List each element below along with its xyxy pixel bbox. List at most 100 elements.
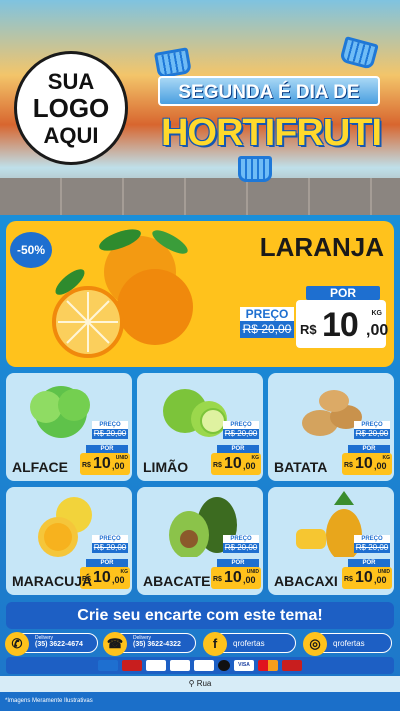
card-icon <box>170 660 190 671</box>
phone-number: (35) 3622-4322 <box>133 641 181 648</box>
product-name: MARACUJÁ <box>12 573 93 589</box>
price-unit: KG <box>251 455 260 461</box>
address-text: Rua <box>196 679 212 688</box>
por-label: POR <box>348 559 390 567</box>
product-old-price: PREÇO R$ 20,00 <box>354 535 390 555</box>
product-name: ABACAXI <box>274 573 338 589</box>
address-bar: ⚲ Rua <box>0 676 400 692</box>
price-currency: R$ <box>300 322 317 337</box>
product-card: PREÇO R$ 20,00 POR R$ 10,00 UNID ALFACE <box>6 373 132 481</box>
price-unit: KG <box>371 310 383 317</box>
logo-line1: SUA <box>47 68 95 94</box>
preco-label: PREÇO <box>92 535 128 543</box>
contact-instagram[interactable]: ◎ qrofertas <box>303 632 392 656</box>
price-integer: 10 <box>93 569 111 586</box>
location-pin-icon: ⚲ <box>188 679 195 688</box>
product-name: ALFACE <box>12 459 68 475</box>
price-decimal: ,00 <box>243 461 256 471</box>
price-currency: R$ <box>213 576 222 583</box>
por-label: POR <box>86 559 128 567</box>
product-old-price: PREÇO R$ 20,00 <box>354 421 390 441</box>
product-old-price: PREÇO R$ 20,00 <box>92 535 128 555</box>
product-price: R$ 10,00 UNID <box>80 453 130 475</box>
product-card: PREÇO R$ 20,00 POR R$ 10,00 UNID ABACATE <box>137 487 263 595</box>
preco-label: PREÇO <box>354 421 390 429</box>
card-icon <box>98 660 118 671</box>
logo-placeholder: SUA LOGO AQUI <box>14 51 128 165</box>
product-card: PREÇO R$ 20,00 POR R$ 10,00 KG BATATA <box>268 373 394 481</box>
price-integer: 10 <box>322 306 359 344</box>
product-name: ABACATE <box>143 573 211 589</box>
price-integer: 10 <box>93 455 111 472</box>
contact-facebook[interactable]: f qrofertas <box>203 632 296 656</box>
price-integer: 10 <box>224 569 242 586</box>
por-label: POR <box>306 286 380 300</box>
price-currency: R$ <box>344 462 353 469</box>
old-price-value: R$ 20,00 <box>223 429 259 439</box>
price-decimal: ,00 <box>112 461 125 471</box>
card-icon <box>218 660 230 671</box>
por-label: POR <box>217 445 259 453</box>
banner-subtitle: SEGUNDA É DIA DE <box>158 76 380 106</box>
price-decimal: ,00 <box>366 322 389 339</box>
old-price-value: R$ 20,00 <box>354 543 390 553</box>
product-price: R$ 10,00 KG <box>342 453 392 475</box>
orange-image <box>52 229 193 358</box>
price-unit: KG <box>120 569 129 575</box>
old-price-value: R$ 20,00 <box>92 543 128 553</box>
card-icon <box>194 660 214 671</box>
preco-label: PREÇO <box>240 307 294 321</box>
product-card: PREÇO R$ 20,00 POR R$ 10,00 UNID ABACAXI <box>268 487 394 595</box>
product-price: R$ 10,00 KG <box>211 453 261 475</box>
price-decimal: ,00 <box>374 461 387 471</box>
instagram-icon: ◎ <box>303 632 327 656</box>
preco-label: PREÇO <box>223 421 259 429</box>
price-unit: UNID <box>115 455 128 461</box>
old-price-value: R$ 20,00 <box>240 321 294 338</box>
por-label: POR <box>86 445 128 453</box>
price-currency: R$ <box>213 462 222 469</box>
old-price-value: R$ 20,00 <box>223 543 259 553</box>
price-currency: R$ <box>82 462 91 469</box>
price-integer: 10 <box>355 455 373 472</box>
price-integer: 10 <box>224 455 242 472</box>
card-icon <box>146 660 166 671</box>
old-price-value: R$ 20,00 <box>92 429 128 439</box>
payment-methods: VISA <box>6 657 394 674</box>
disclaimer: *Imagens Meramente Ilustrativas <box>0 692 400 711</box>
product-name: BATATA <box>274 459 328 475</box>
product-price: R$ 10,00 UNID <box>342 567 392 589</box>
logo-line3: AQUI <box>43 122 99 148</box>
featured-old-price: PREÇO R$ 20,00 <box>240 307 294 343</box>
product-old-price: PREÇO R$ 20,00 <box>223 535 259 555</box>
price-unit: UNID <box>246 569 259 575</box>
price-currency: R$ <box>344 576 353 583</box>
phone-icon: ☎ <box>103 632 127 656</box>
card-icon <box>122 660 142 671</box>
contact-whatsapp[interactable]: ✆ Delivery (35) 3622-4674 <box>5 632 98 656</box>
whatsapp-number: (35) 3622-4674 <box>35 641 83 648</box>
basket-icon <box>238 156 272 182</box>
old-price-value: R$ 20,00 <box>354 429 390 439</box>
featured-price: R$ 10 ,00 KG <box>296 300 389 348</box>
whatsapp-icon: ✆ <box>5 632 29 656</box>
price-decimal: ,00 <box>112 575 125 585</box>
product-card: PREÇO R$ 20,00 POR R$ 10,00 KG LIMÃO <box>137 373 263 481</box>
logo-line2: LOGO <box>32 92 110 123</box>
discount-badge: -50% <box>10 232 52 268</box>
product-old-price: PREÇO R$ 20,00 <box>223 421 259 441</box>
preco-label: PREÇO <box>92 421 128 429</box>
price-unit: KG <box>382 455 391 461</box>
card-icon <box>282 660 302 671</box>
cta-banner[interactable]: Crie seu encarte com este tema! <box>6 602 394 629</box>
shelf <box>0 178 400 215</box>
facebook-handle: qrofertas <box>233 639 265 648</box>
product-old-price: PREÇO R$ 20,00 <box>92 421 128 441</box>
banner-title: HORTIFRUTI <box>160 112 382 154</box>
por-label: POR <box>217 559 259 567</box>
product-price: R$ 10,00 UNID <box>211 567 261 589</box>
product-name: LIMÃO <box>143 459 189 475</box>
por-label: POR <box>348 445 390 453</box>
preco-label: PREÇO <box>354 535 390 543</box>
contact-phone[interactable]: ☎ Delivery (35) 3622-4322 <box>103 632 196 656</box>
